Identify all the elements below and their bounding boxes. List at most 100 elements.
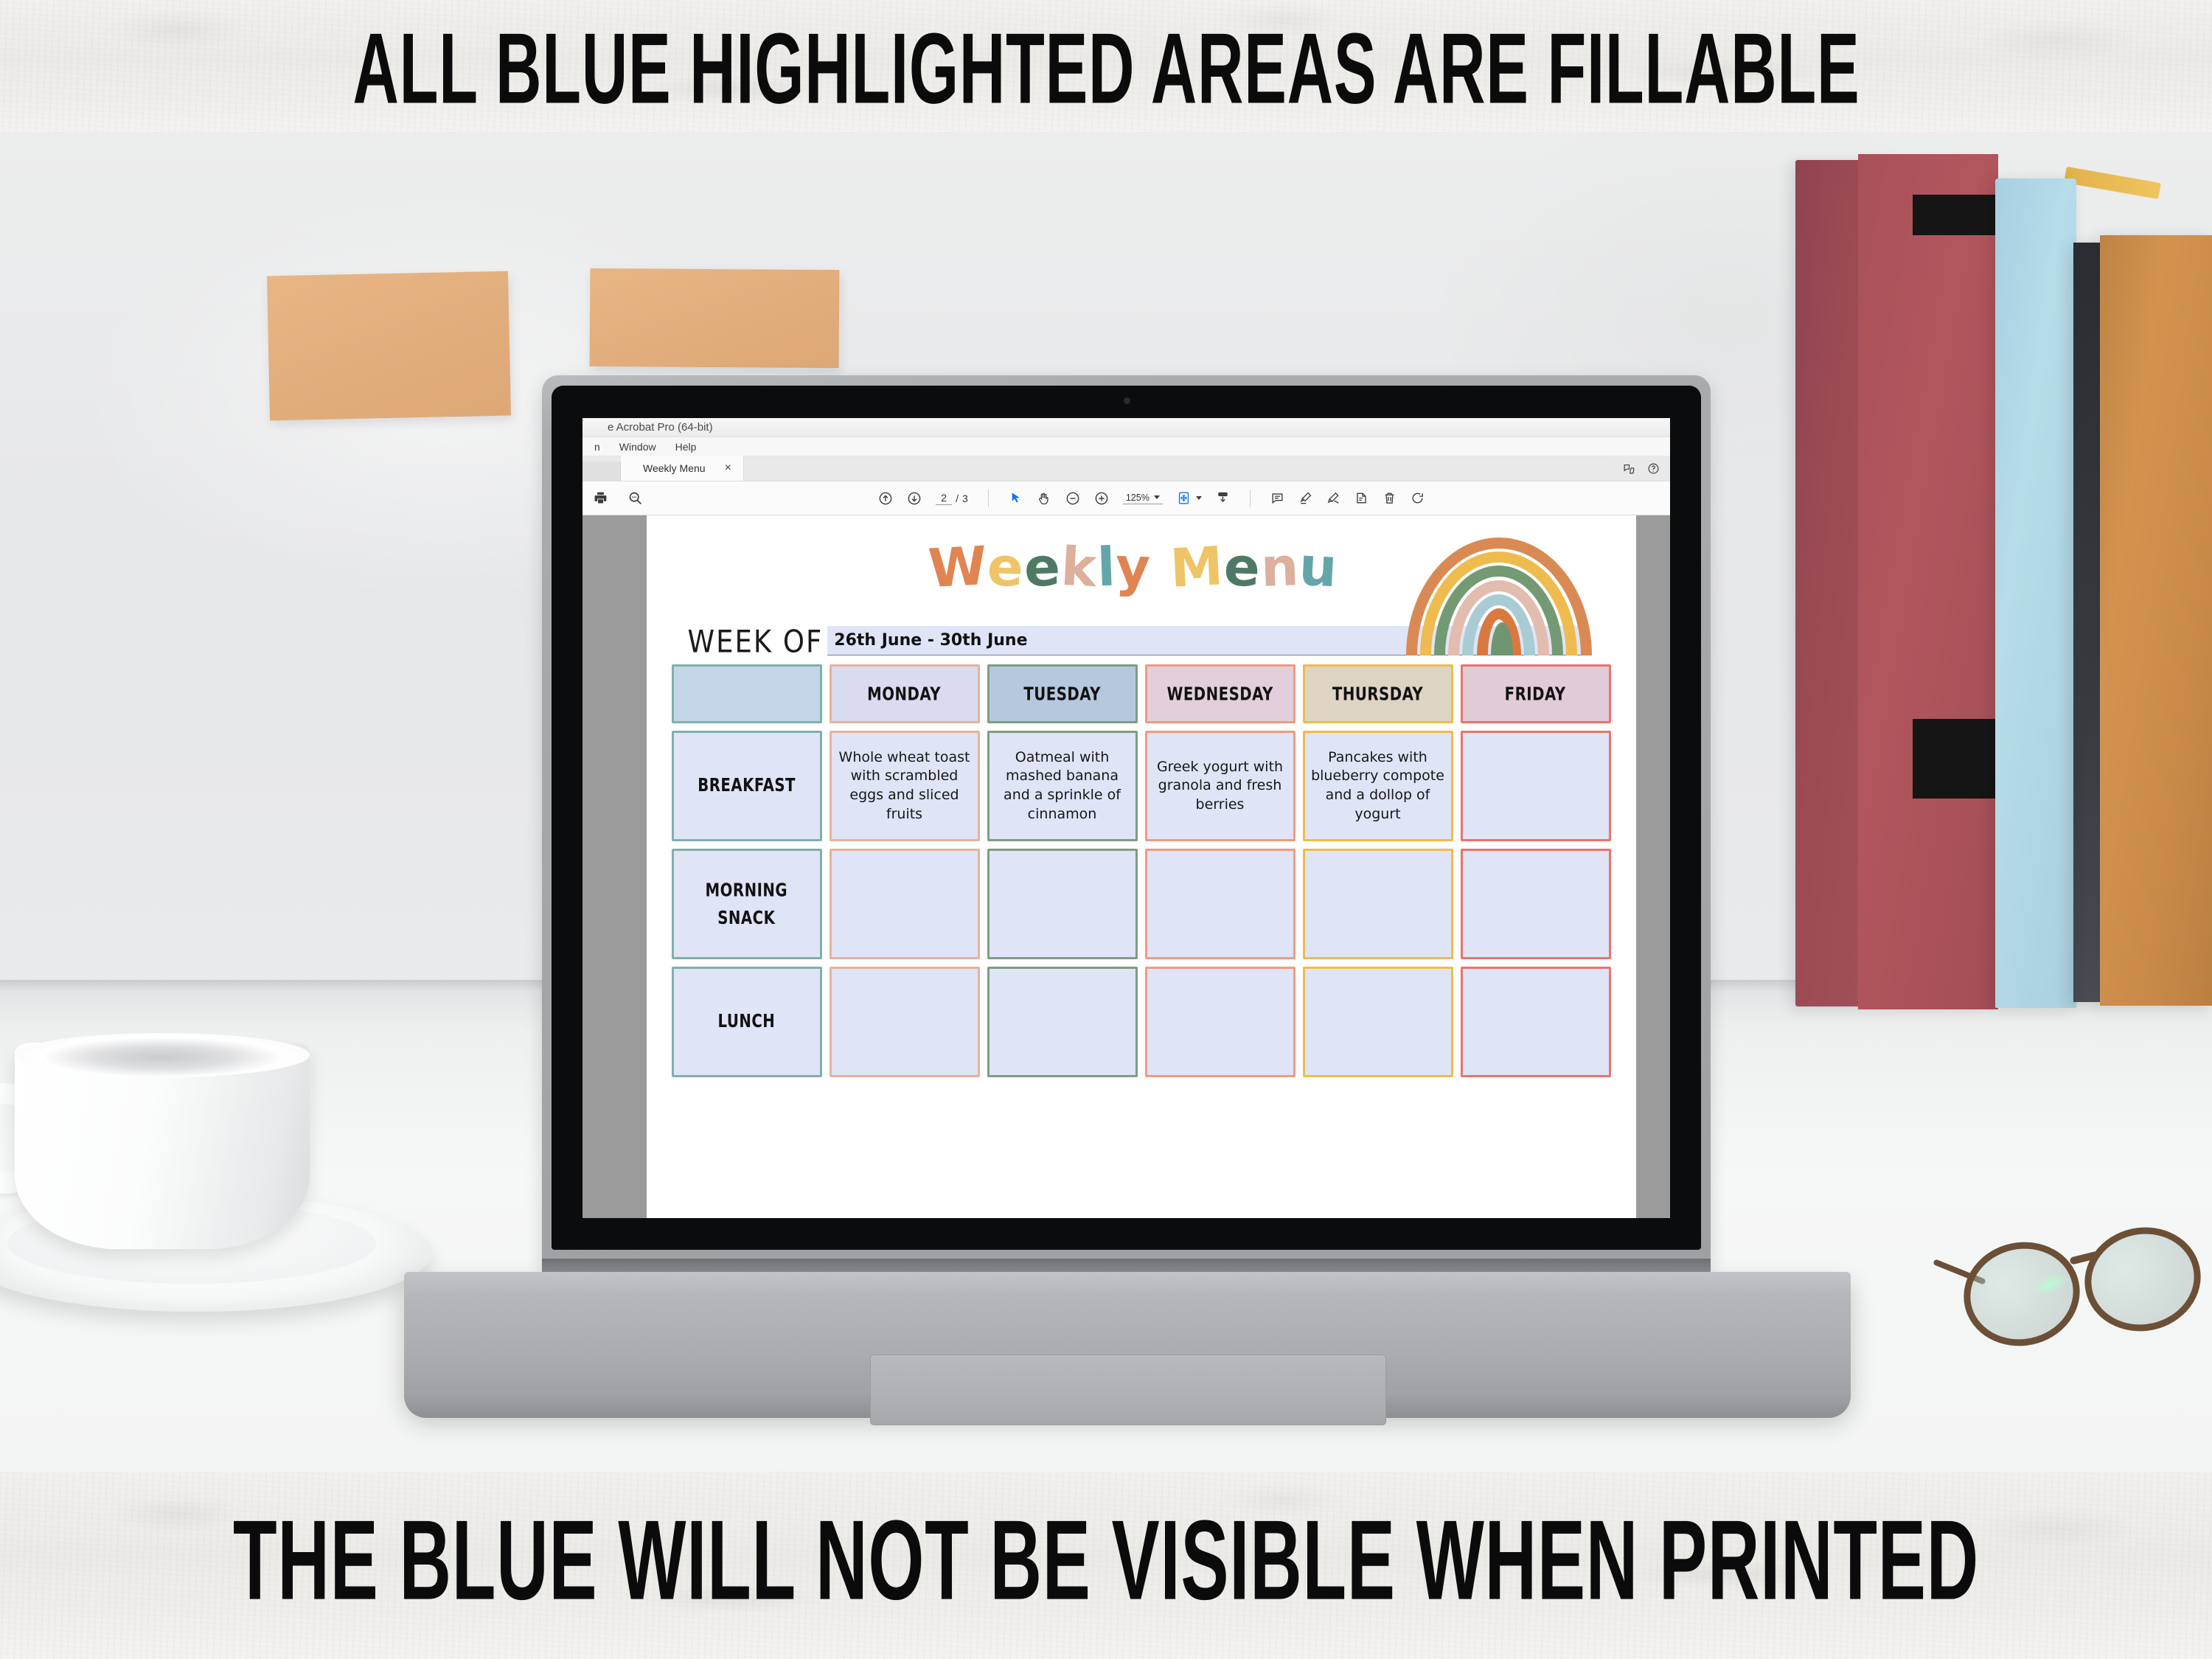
draw-icon[interactable] [1326,491,1340,505]
toolbar-divider-1 [987,489,989,507]
page-total: 3 [962,492,968,504]
cup-rim [15,1033,310,1077]
menu-bar: n Window Help [582,437,1670,456]
meal-cell-thursday-morning-snack[interactable] [1302,849,1453,959]
rainbow-graphic [1405,538,1592,655]
highlight-icon[interactable] [1298,491,1312,505]
cursor-select-icon[interactable] [1009,491,1023,505]
day-header-label: TUESDAY [1023,683,1101,705]
glasses-lens-right [2075,1217,2211,1342]
zoom-out-icon[interactable] [1065,491,1080,506]
top-banner-text: ALL BLUE HIGHLIGHTED AREAS ARE FILLABLE [352,12,1860,125]
title-letter-3: k [1059,535,1099,599]
search-icon[interactable] [627,490,643,506]
book-spine-label-bottom [1913,719,1995,799]
help-icon[interactable] [1647,462,1660,475]
close-icon[interactable]: × [725,462,731,474]
title-letter-9: n [1259,535,1301,599]
meal-cell-friday-morning-snack[interactable] [1460,849,1611,959]
row-label-lunch: LUNCH [671,967,822,1077]
book-orange [2100,235,2212,1006]
menu-item-0[interactable]: n [594,441,600,453]
day-header-label: WEDNESDAY [1166,683,1273,705]
pdf-toolbar: 2 / 3 125% [582,481,1670,515]
tab-bar-right-actions [1613,456,1670,481]
zoom-in-icon[interactable] [1094,491,1109,506]
window-title: e Acrobat Pro (64-bit) [608,421,713,434]
window-titlebar: e Acrobat Pro (64-bit) [582,418,1670,437]
download-icon[interactable] [1216,491,1230,505]
bottom-banner-text: THE BLUE WILL NOT BE VISIBLE WHEN PRINTE… [232,1497,1979,1624]
menu-title: Weekly Menu [926,534,1339,600]
meal-cell-thursday-lunch[interactable] [1302,967,1453,1077]
meal-cell-tuesday-morning-snack[interactable] [987,849,1138,959]
meal-cell-friday-breakfast[interactable] [1460,731,1611,841]
book-dark [2073,243,2103,1002]
meal-cell-monday-morning-snack[interactable] [829,849,980,959]
title-letter-8: e [1222,535,1262,599]
week-of-label: WEEK OF [687,624,824,660]
row-label-text: LUNCH [717,1010,776,1032]
meal-cell-monday-breakfast[interactable]: Whole wheat toast with scrambled eggs an… [829,731,980,841]
hand-pan-icon[interactable] [1037,491,1051,506]
acrobat-app: e Acrobat Pro (64-bit) n Window Help Wee… [582,418,1670,1218]
meal-cell-monday-lunch[interactable] [829,967,980,1077]
meal-cell-text: Oatmeal with mashed banana and a sprinkl… [1004,748,1121,822]
eyeglasses [1933,1216,2212,1371]
page-down-icon[interactable] [907,491,922,506]
row-label-morning-snack: MORNING SNACK [671,849,822,959]
title-letter-0: W [926,534,990,600]
meal-cell-wednesday-lunch[interactable] [1144,967,1295,1077]
desk-photo-scene: e Acrobat Pro (64-bit) n Window Help Wee… [0,132,2212,1472]
pdf-sidebar-strip[interactable] [582,515,612,1218]
toolbar-center-group: 2 / 3 125% [643,489,1660,507]
comment-icon[interactable] [1270,491,1284,505]
home-tab[interactable] [582,462,621,481]
webcam-icon [1124,397,1130,404]
title-letter-2: e [1023,535,1062,599]
page-number-input[interactable]: 2 [936,492,953,505]
book-light-blue [1995,178,2076,1008]
day-header-label: MONDAY [867,683,942,705]
day-header-tuesday: TUESDAY [987,664,1138,723]
meal-cell-tuesday-breakfast[interactable]: Oatmeal with mashed banana and a sprinkl… [987,731,1138,841]
day-header-label: FRIDAY [1505,683,1566,705]
pdf-viewport[interactable]: Weekly Menu WEEK OF 26th June - 30th Jun… [582,515,1670,1218]
page-number-control: 2 / 3 [936,492,968,505]
page-up-icon[interactable] [878,491,893,506]
print-icon[interactable] [593,490,608,506]
top-banner: ALL BLUE HIGHLIGHTED AREAS ARE FILLABLE [0,0,2212,132]
title-letter-5: y [1114,535,1152,599]
menu-item-window[interactable]: Window [619,441,656,453]
tab-label: Weekly Menu [643,462,706,474]
fit-page-chevron-icon[interactable] [1195,496,1202,500]
share-feedback-icon[interactable] [1623,462,1635,475]
toolbar-left-group [593,490,643,506]
fit-page-icon[interactable] [1177,491,1191,505]
title-letter-6 [1151,536,1170,598]
meal-cell-thursday-breakfast[interactable]: Pancakes with blueberry compote and a do… [1302,731,1453,841]
meal-cell-wednesday-breakfast[interactable]: Greek yogurt with granola and fresh berr… [1144,731,1295,841]
page-separator: / [956,492,959,504]
title-letter-4: l [1096,535,1117,599]
laptop-screen: e Acrobat Pro (64-bit) n Window Help Wee… [582,418,1670,1218]
title-letter-1: e [986,535,1026,599]
row-label-breakfast: BREAKFAST [671,731,822,841]
stamp-icon[interactable] [1354,491,1368,505]
meal-cell-friday-lunch[interactable] [1460,967,1611,1077]
zoom-level-dropdown[interactable]: 125% [1122,493,1163,504]
tab-bar: Weekly Menu × [582,456,1670,481]
meal-cell-text: Greek yogurt with granola and fresh berr… [1156,758,1284,813]
screenshot-root: ALL BLUE HIGHLIGHTED AREAS ARE FILLABLE [0,0,2212,1659]
pdf-page: Weekly Menu WEEK OF 26th June - 30th Jun… [646,515,1636,1218]
trash-icon[interactable] [1382,491,1397,505]
menu-item-help[interactable]: Help [675,441,697,453]
rotate-icon[interactable] [1411,491,1425,505]
glasses-lens-left [1954,1231,2090,1357]
tab-weekly-menu[interactable]: Weekly Menu × [621,456,744,481]
laptop-trackpad[interactable] [870,1354,1386,1425]
meal-cell-wednesday-morning-snack[interactable] [1144,849,1295,959]
meal-cell-tuesday-lunch[interactable] [987,967,1138,1077]
toolbar-divider-2 [1249,489,1251,507]
laptop: e Acrobat Pro (64-bit) n Window Help Wee… [398,132,1917,1472]
